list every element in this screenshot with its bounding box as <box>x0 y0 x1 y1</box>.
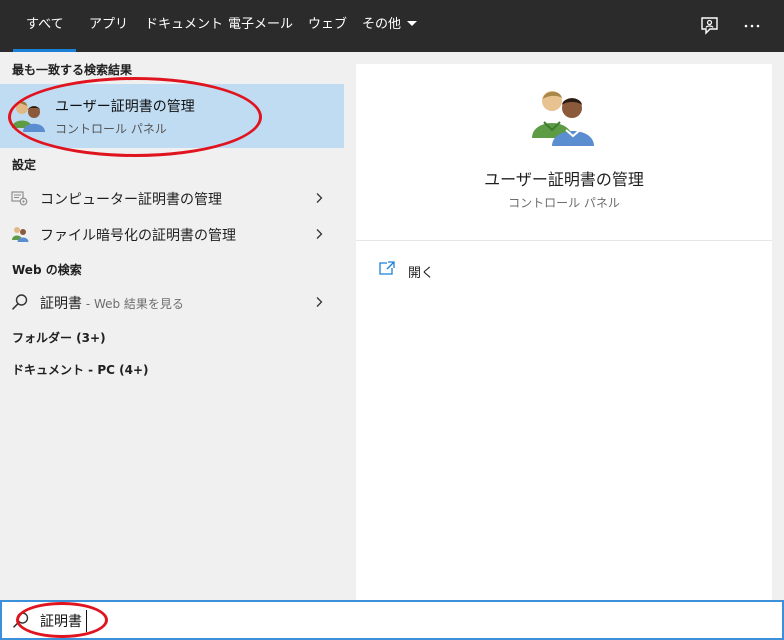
preview-title: ユーザー証明書の管理 <box>484 170 644 189</box>
section-documents[interactable]: ドキュメント - PC (4+) <box>12 361 149 378</box>
best-match-title: ユーザー証明書の管理 <box>55 99 195 115</box>
tab-web[interactable]: ウェブ <box>308 0 347 52</box>
open-action[interactable]: 開く <box>378 258 498 282</box>
users-icon <box>12 101 45 132</box>
search-bar <box>0 600 784 640</box>
text-caret <box>86 610 87 632</box>
tab-more-label: その他 <box>362 17 402 32</box>
feedback-icon[interactable] <box>697 13 723 39</box>
settings-item-label: ファイル暗号化の証明書の管理 <box>40 228 236 244</box>
preview-divider <box>356 240 772 241</box>
search-tab-bar: すべて アプリ ドキュメント 電子メール ウェブ その他 <box>0 0 784 52</box>
tab-more[interactable]: その他 <box>362 0 418 52</box>
section-web-search: Web の検索 <box>12 263 82 277</box>
section-settings: 設定 <box>12 158 37 172</box>
users-icon <box>12 227 29 242</box>
chevron-right-icon[interactable] <box>313 228 325 240</box>
section-best-match: 最も一致する検索結果 <box>12 63 133 77</box>
tab-email[interactable]: 電子メール <box>228 0 293 52</box>
certificate-gear-icon <box>11 191 28 206</box>
search-icon <box>11 294 28 310</box>
settings-item-computer-certificates[interactable]: コンピューター証明書の管理 <box>0 181 344 215</box>
web-search-item[interactable]: 証明書 - Web 結果を見る <box>0 285 344 319</box>
web-search-query: 証明書 <box>40 296 82 312</box>
web-search-label: 証明書 - Web 結果を見る <box>40 293 184 313</box>
section-folders[interactable]: フォルダー (3+) <box>12 329 106 346</box>
preview-panel: ユーザー証明書の管理 コントロール パネル 開く <box>356 64 772 600</box>
settings-item-file-encryption-certificates[interactable]: ファイル暗号化の証明書の管理 <box>0 217 344 251</box>
web-search-hint: - Web 結果を見る <box>82 297 184 311</box>
chevron-right-icon[interactable] <box>313 192 325 204</box>
tab-documents[interactable]: ドキュメント <box>145 0 223 52</box>
tab-apps[interactable]: アプリ <box>89 0 128 52</box>
open-label: 開く <box>408 266 435 281</box>
search-input[interactable] <box>40 608 760 634</box>
users-icon <box>532 91 594 146</box>
open-icon <box>379 261 395 275</box>
search-icon <box>12 612 29 628</box>
best-match-subtitle: コントロール パネル <box>55 122 167 136</box>
results-panel: 最も一致する検索結果 ユーザー証明書の管理 コントロール パネル 設定 コンピュ… <box>0 52 344 600</box>
best-match-item[interactable]: ユーザー証明書の管理 コントロール パネル <box>0 84 344 148</box>
preview-subtitle: コントロール パネル <box>508 196 620 210</box>
tab-all[interactable]: すべて <box>13 0 76 52</box>
chevron-right-icon[interactable] <box>313 296 325 308</box>
chevron-down-icon <box>407 21 418 26</box>
more-options-icon[interactable] <box>739 13 765 39</box>
settings-item-label: コンピューター証明書の管理 <box>40 192 222 208</box>
